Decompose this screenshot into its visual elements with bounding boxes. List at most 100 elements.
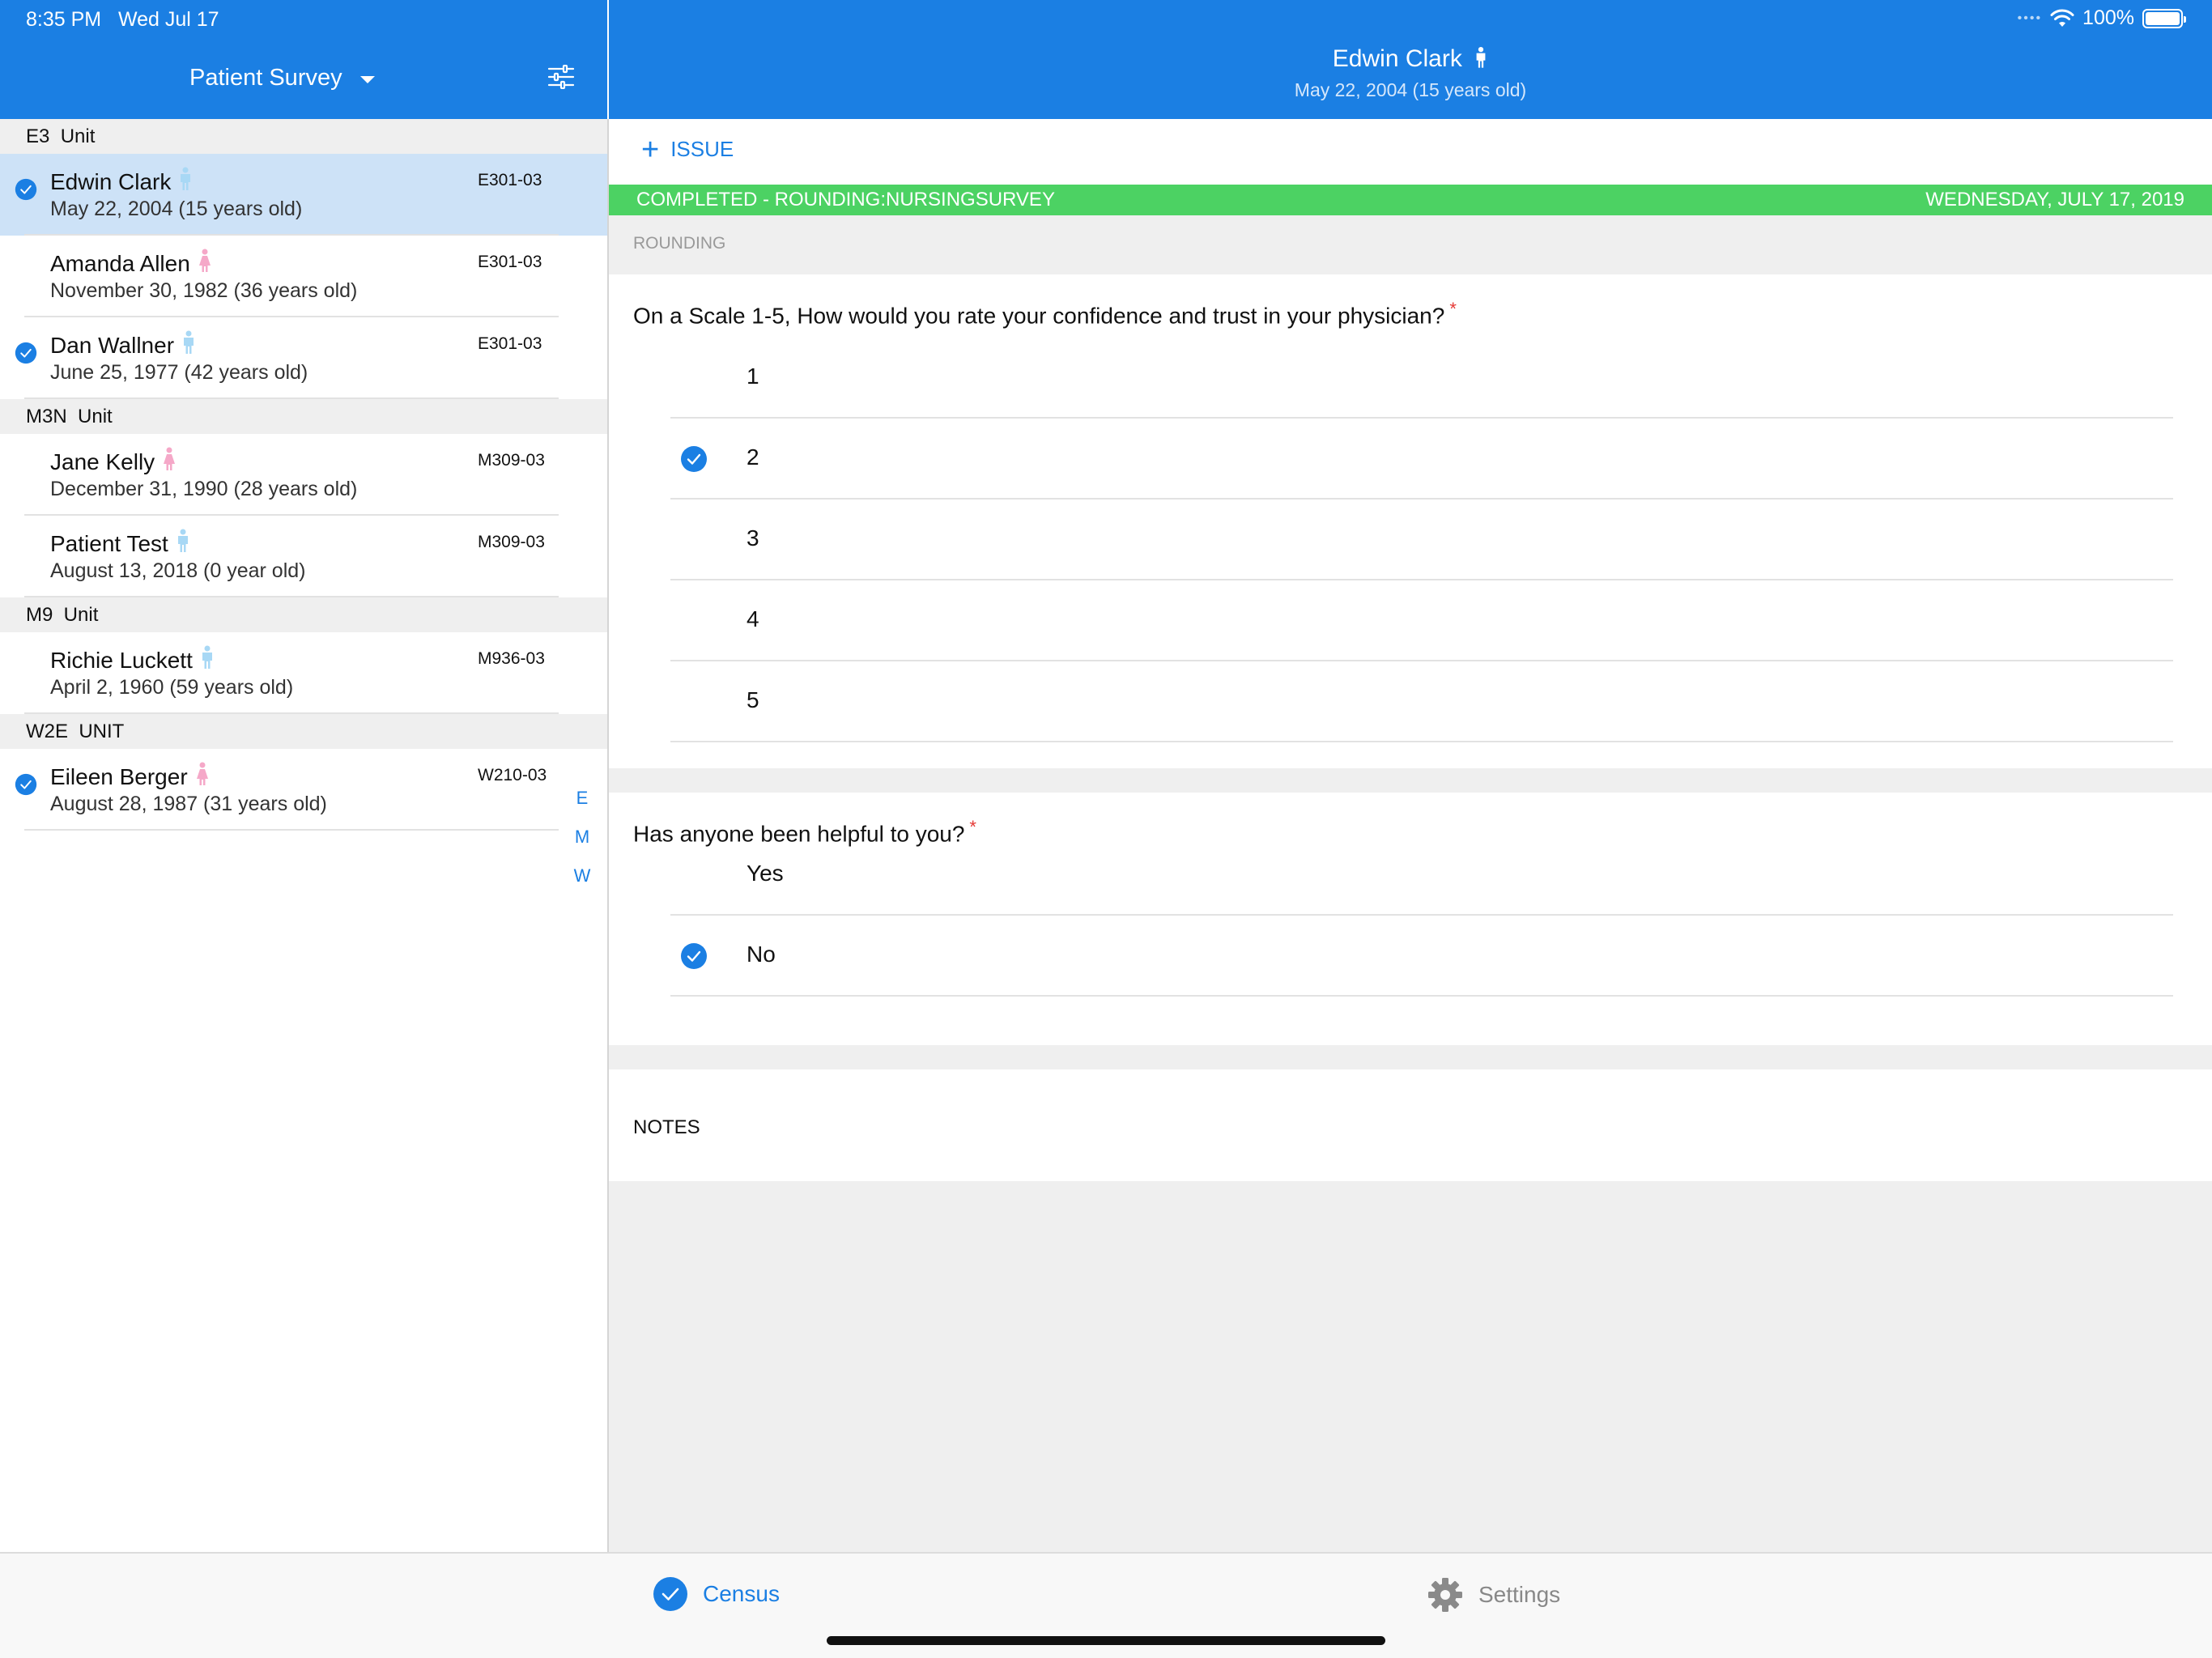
section-index[interactable]: EMW bbox=[572, 787, 593, 903]
answer-option[interactable]: 1 bbox=[670, 338, 2173, 419]
answer-option[interactable]: 4 bbox=[670, 580, 2173, 661]
completed-check-icon bbox=[15, 178, 37, 201]
patient-name-line: Dan Wallner bbox=[50, 330, 197, 360]
patient-name: Amanda Allen bbox=[50, 250, 190, 276]
patient-name: Jane Kelly bbox=[50, 449, 155, 474]
patient-name-line: Jane Kelly bbox=[50, 447, 177, 477]
index-letter[interactable]: E bbox=[572, 787, 593, 826]
tab-settings[interactable]: Settings bbox=[1427, 1576, 1560, 1613]
patient-name-line: Edwin Clark bbox=[50, 167, 194, 197]
patient-name: Richie Luckett bbox=[50, 647, 193, 673]
status-indicators: •••• 100% bbox=[2017, 6, 2186, 30]
row-separator bbox=[24, 829, 559, 831]
selected-check-icon bbox=[680, 445, 708, 473]
selected-check-icon bbox=[680, 942, 708, 970]
patient-row[interactable]: Edwin Clark May 22, 2004 (15 years old) E3… bbox=[0, 154, 607, 236]
patient-dob: June 25, 1977 (42 years old) bbox=[50, 361, 308, 384]
home-indicator[interactable] bbox=[827, 1636, 1385, 1645]
answer-option[interactable]: 2 bbox=[670, 419, 2173, 500]
patient-room: M936-03 bbox=[478, 649, 545, 668]
patient-row[interactable]: Eileen Berger August 28, 1987 (31 years o… bbox=[0, 749, 607, 831]
issue-toolbar: + ISSUE bbox=[609, 119, 2212, 185]
female-icon bbox=[197, 249, 213, 278]
male-icon bbox=[175, 529, 191, 559]
answer-option[interactable]: Yes bbox=[670, 835, 2173, 916]
sidebar-header: 8:35 PM Wed Jul 17 Patient Survey bbox=[0, 0, 607, 119]
patient-name: Edwin Clark bbox=[50, 168, 172, 194]
patient-name: Dan Wallner bbox=[50, 332, 175, 358]
patient-row[interactable]: Dan Wallner June 25, 1977 (42 years old) E… bbox=[0, 317, 607, 399]
index-letter[interactable]: M bbox=[572, 826, 593, 865]
answer-option[interactable]: 5 bbox=[670, 661, 2173, 742]
answer-option[interactable]: 3 bbox=[670, 500, 2173, 580]
status-time-text: 8:35 PM bbox=[26, 8, 102, 31]
male-icon bbox=[1476, 46, 1486, 68]
battery-percent: 100% bbox=[2082, 6, 2134, 29]
status-time: 8:35 PM Wed Jul 17 bbox=[26, 8, 219, 32]
female-icon bbox=[161, 447, 177, 477]
patient-row[interactable]: Amanda Allen November 30, 1982 (36 years … bbox=[0, 236, 607, 317]
patient-row[interactable]: Jane Kelly December 31, 1990 (28 years ol… bbox=[0, 434, 607, 516]
patient-dob: November 30, 1982 (36 years old) bbox=[50, 279, 358, 302]
male-icon bbox=[181, 330, 197, 360]
tab-census-label: Census bbox=[703, 1581, 780, 1606]
patient-room: M309-03 bbox=[478, 451, 545, 470]
question-label: On a Scale 1-5, How would you rate your … bbox=[633, 303, 1445, 329]
female-icon bbox=[194, 762, 211, 792]
patient-name: Eileen Berger bbox=[50, 763, 188, 789]
survey-selector[interactable]: Patient Survey bbox=[189, 65, 375, 91]
patient-header-name: Edwin Clark bbox=[609, 45, 2212, 73]
answer-option-label: Yes bbox=[747, 861, 784, 886]
filter-sliders-icon[interactable] bbox=[547, 65, 575, 89]
survey-detail: + ISSUE COMPLETED - ROUNDING:NURSINGSURV… bbox=[609, 119, 2212, 1552]
completed-check-icon bbox=[15, 773, 37, 796]
battery-icon bbox=[2142, 8, 2186, 28]
patient-name-line: Amanda Allen bbox=[50, 249, 213, 278]
notes-card[interactable]: NOTES bbox=[609, 1069, 2212, 1181]
status-date-text: Wed Jul 17 bbox=[117, 8, 219, 31]
patient-name: Edwin Clark bbox=[1332, 45, 1462, 72]
notes-label: NOTES bbox=[633, 1116, 700, 1138]
patient-name: Patient Test bbox=[50, 530, 168, 556]
question-card-1: On a Scale 1-5, How would you rate your … bbox=[609, 274, 2212, 768]
patient-room: E301-03 bbox=[478, 253, 542, 271]
patient-dob: December 31, 1990 (28 years old) bbox=[50, 478, 358, 500]
patient-dob: May 22, 2004 (15 years old) bbox=[50, 198, 303, 220]
tab-settings-label: Settings bbox=[1478, 1582, 1561, 1607]
answer-option-label: 2 bbox=[747, 444, 759, 470]
question-text-1: On a Scale 1-5, How would you rate your … bbox=[633, 299, 1457, 329]
answer-option[interactable]: No bbox=[670, 916, 2173, 997]
completion-status-text: COMPLETED - ROUNDING:NURSINGSURVEY bbox=[636, 189, 1055, 210]
patient-dob: August 28, 1987 (31 years old) bbox=[50, 793, 327, 815]
unit-header: M3N Unit bbox=[0, 399, 607, 434]
index-letter[interactable]: W bbox=[572, 865, 593, 903]
unit-header: E3 Unit bbox=[0, 119, 607, 154]
section-label: ROUNDING bbox=[633, 234, 726, 253]
patient-dob: April 2, 1960 (59 years old) bbox=[50, 676, 294, 699]
answer-option-label: No bbox=[747, 942, 776, 967]
male-icon bbox=[177, 167, 194, 197]
answer-option-label: 3 bbox=[747, 525, 759, 551]
signal-dots-icon: •••• bbox=[2017, 11, 2043, 25]
unit-header: M9 Unit bbox=[0, 597, 607, 632]
answer-option-label: 1 bbox=[747, 363, 759, 389]
answer-option-label: 5 bbox=[747, 687, 759, 712]
patient-list: E3 Unit Edwin Clark May 22, 2004 (15 years… bbox=[0, 119, 607, 1552]
answer-option-label: 4 bbox=[747, 606, 759, 631]
patient-row[interactable]: Patient Test August 13, 2018 (0 year old)… bbox=[0, 516, 607, 597]
patient-header-dob: May 22, 2004 (15 years old) bbox=[1294, 79, 1527, 100]
unit-header: W2E UNIT bbox=[0, 714, 607, 749]
male-icon bbox=[199, 645, 215, 675]
patient-name-line: Patient Test bbox=[50, 529, 191, 559]
patient-name-line: Eileen Berger bbox=[50, 762, 211, 792]
question-card-2: Has anyone been helpful to you? * Yes No bbox=[609, 793, 2212, 1045]
gear-icon bbox=[1428, 1578, 1462, 1612]
issue-label: ISSUE bbox=[670, 137, 734, 161]
completion-status-bar: COMPLETED - ROUNDING:NURSINGSURVEY WEDNE… bbox=[609, 185, 2212, 215]
tab-census[interactable]: Census bbox=[653, 1576, 780, 1612]
patient-name-line: Richie Luckett bbox=[50, 645, 215, 675]
survey-title: Patient Survey bbox=[189, 65, 342, 91]
patient-row[interactable]: Richie Luckett April 2, 1960 (59 years ol… bbox=[0, 632, 607, 714]
patient-dob: August 13, 2018 (0 year old) bbox=[50, 559, 306, 582]
add-issue-button[interactable]: + ISSUE bbox=[641, 134, 734, 165]
